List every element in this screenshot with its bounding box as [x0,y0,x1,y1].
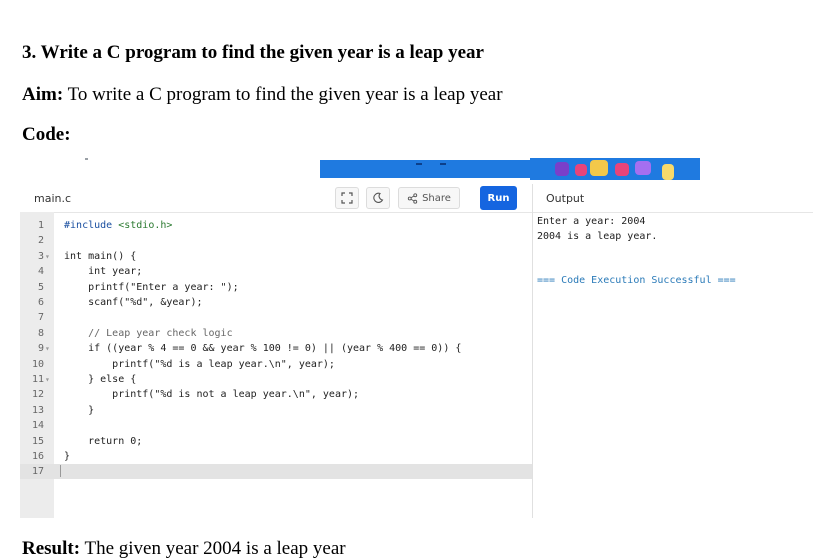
ad-illustration [530,158,700,180]
code-line[interactable]: 17 [20,464,532,480]
line-number: 13 [31,404,44,416]
code-line[interactable]: 4 int year; [20,264,532,279]
line-number: 6 [37,297,44,308]
result-label: Result: [22,538,81,559]
code-text: #include <stdio.h> [58,220,173,231]
code-text: return 0; [58,435,143,447]
line-number: 8 [37,327,44,339]
code-line[interactable]: 7 [20,310,532,325]
tab-main-c[interactable]: main.c [34,192,71,205]
pane-divider[interactable] [532,184,533,518]
code-line[interactable]: 10 printf("%d is a leap year.\n", year); [20,357,532,372]
line-number: 5 [37,281,44,293]
line-number: 1 [37,220,44,231]
execution-status: === Code Execution Successful === [537,275,736,286]
code-line[interactable]: 16 } [20,449,532,464]
code-line[interactable]: 1 #include <stdio.h> [20,218,532,233]
code-text: printf("%d is not a leap year.\n", year)… [58,389,360,401]
theme-toggle-icon [373,192,384,203]
line-number: 12 [31,389,44,401]
code-line[interactable]: 14 [20,418,532,433]
code-text: scanf("%d", &year); [58,297,203,308]
code-line[interactable]: 5 printf("Enter a year: "); [20,280,532,295]
theme-toggle-button[interactable] [366,187,390,209]
code-text: if ((year % 4 == 0 && year % 100 != 0) |… [58,343,462,355]
code-text: } else { [58,374,137,385]
result-text: The given year 2004 is a leap year [80,538,346,559]
output-line: Enter a year: 2004 [537,216,646,227]
line-number: 9 [37,343,44,355]
code-text: } [58,404,95,416]
code-text: } [58,451,71,462]
code-text: printf("Enter a year: "); [58,281,239,293]
fold-toggle-icon[interactable]: ▾ [45,341,50,356]
line-number: 15 [31,435,44,447]
code-text: // Leap year check logic [58,327,233,339]
text-cursor [60,465,61,478]
code-text: int main() { [58,250,137,262]
run-button[interactable]: Run [480,186,517,210]
code-label: Code: [22,124,71,145]
share-label: Share [422,192,451,204]
fold-toggle-icon[interactable]: ▾ [45,372,50,387]
code-text: printf("%d is a leap year.\n", year); [58,358,335,370]
line-number: 11 [31,374,44,385]
editor-toolbar: main.c Share Run Output [20,184,813,213]
line-number: 4 [37,266,44,278]
ad-dot [85,158,88,160]
output-line: 2004 is a leap year. [537,231,658,242]
compiler-screenshot: main.c Share Run Output 1 #include <stdi… [20,150,813,518]
fullscreen-icon [341,192,353,204]
fold-toggle-icon[interactable]: ▾ [45,249,50,264]
share-button[interactable]: Share [398,187,460,209]
code-line[interactable]: 13 } [20,403,532,418]
code-editor[interactable]: 1 #include <stdio.h> 2 3 ▾ int main() {4 in… [20,212,532,518]
code-text [58,464,61,479]
line-number: 16 [31,451,44,462]
line-number: 2 [37,235,44,247]
line-number: 17 [31,466,44,478]
line-number: 14 [31,420,44,432]
aim-label: Aim: [22,84,64,105]
code-line[interactable]: 12 printf("%d is not a leap year.\n", ye… [20,387,532,402]
code-line[interactable]: 9 ▾ if ((year % 4 == 0 && year % 100 != 0… [20,341,532,356]
code-line[interactable]: 3 ▾ int main() { [20,249,532,264]
output-label: Output [546,192,585,205]
code-line[interactable]: 11 ▾ } else { [20,372,532,387]
code-text: int year; [58,266,143,278]
result-paragraph: Result: The given year 2004 is a leap ye… [22,538,346,560]
line-number: 10 [31,358,44,370]
question-heading: 3. Write a C program to find the given y… [22,42,484,63]
line-number: 7 [37,312,44,324]
code-line[interactable]: 15 return 0; [20,434,532,449]
share-icon [407,192,418,204]
aim-text: To write a C program to find the given y… [63,84,503,105]
fullscreen-button[interactable] [335,187,359,209]
aim-paragraph: Aim: To write a C program to find the gi… [22,84,503,106]
code-line[interactable]: 2 [20,233,532,248]
line-number: 3 [37,250,44,262]
code-line[interactable]: 6 scanf("%d", &year); [20,295,532,310]
code-line[interactable]: 8 // Leap year check logic [20,326,532,341]
